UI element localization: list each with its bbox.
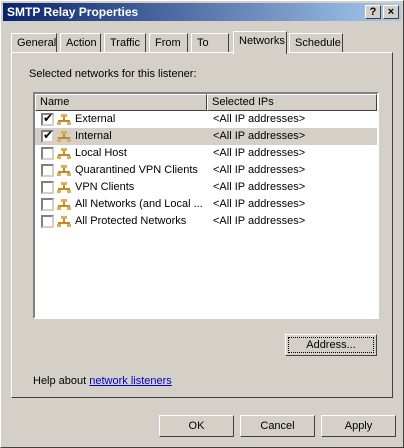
row-checkbox[interactable]: [41, 164, 54, 177]
cancel-button[interactable]: Cancel: [240, 415, 315, 437]
row-name: All Networks (and Local ...: [75, 198, 203, 210]
tab-general[interactable]: General: [11, 33, 57, 53]
dialog-window: SMTP Relay Properties ? × General Action…: [0, 0, 404, 448]
column-header-selected-ips[interactable]: Selected IPs: [207, 94, 377, 111]
network-icon: [57, 199, 71, 210]
row-checkbox[interactable]: [41, 181, 54, 194]
row-selected-ips: <All IP addresses>: [213, 198, 306, 210]
row-name: VPN Clients: [75, 181, 135, 193]
help-prefix: Help about: [33, 375, 90, 387]
tab-from[interactable]: From: [149, 33, 188, 53]
table-row[interactable]: ✔ Internal <All IP addresses>: [35, 128, 377, 145]
network-listeners-link[interactable]: network listeners: [89, 375, 172, 387]
table-row[interactable]: All Protected Networks <All IP addresses>: [35, 213, 377, 230]
help-text: Help about network listeners: [33, 375, 172, 387]
tab-schedule[interactable]: Schedule: [289, 33, 343, 53]
network-icon: [57, 216, 71, 227]
checkmark-icon: ✔: [43, 128, 54, 142]
row-name: Quarantined VPN Clients: [75, 164, 198, 176]
section-label: Selected networks for this listener:: [29, 68, 197, 80]
row-checkbox[interactable]: [41, 198, 54, 211]
row-selected-ips: <All IP addresses>: [213, 181, 306, 193]
row-selected-ips: <All IP addresses>: [213, 164, 306, 176]
ok-button[interactable]: OK: [159, 415, 234, 437]
tab-networks[interactable]: Networks: [233, 31, 287, 54]
row-name: Local Host: [75, 147, 127, 159]
row-selected-ips: <All IP addresses>: [213, 147, 306, 159]
row-checkbox[interactable]: ✔: [41, 128, 54, 143]
row-checkbox[interactable]: ✔: [41, 111, 54, 126]
address-button[interactable]: Address...: [285, 334, 377, 356]
table-row[interactable]: ✔ External <All IP addresses>: [35, 111, 377, 128]
checkmark-icon: ✔: [43, 111, 54, 125]
network-icon: [57, 165, 71, 176]
row-selected-ips: <All IP addresses>: [213, 113, 306, 125]
network-icon: [57, 114, 71, 125]
network-icon: [57, 148, 71, 159]
row-name: Internal: [75, 130, 112, 142]
title-bar: SMTP Relay Properties: [3, 3, 401, 21]
row-name: All Protected Networks: [75, 215, 187, 227]
row-selected-ips: <All IP addresses>: [213, 130, 306, 142]
row-name: External: [75, 113, 116, 125]
network-icon: [57, 182, 71, 193]
tab-to[interactable]: To: [191, 33, 229, 53]
table-row[interactable]: Quarantined VPN Clients <All IP addresses…: [35, 162, 377, 179]
networks-list[interactable]: Name Selected IPs ✔ External <All IP addre…: [33, 92, 379, 319]
row-selected-ips: <All IP addresses>: [213, 215, 306, 227]
row-checkbox[interactable]: [41, 215, 54, 228]
apply-button[interactable]: Apply: [321, 415, 396, 437]
network-icon: [57, 131, 71, 142]
table-row[interactable]: VPN Clients <All IP addresses>: [35, 179, 377, 196]
table-row[interactable]: Local Host <All IP addresses>: [35, 145, 377, 162]
tab-traffic[interactable]: Traffic: [104, 33, 146, 53]
window-title: SMTP Relay Properties: [7, 5, 139, 19]
help-title-button[interactable]: ?: [365, 5, 381, 19]
table-row[interactable]: All Networks (and Local ... <All IP addre…: [35, 196, 377, 213]
tab-action[interactable]: Action: [60, 33, 101, 53]
column-header-name[interactable]: Name: [35, 94, 207, 111]
row-checkbox[interactable]: [41, 147, 54, 160]
close-button[interactable]: ×: [383, 5, 399, 19]
